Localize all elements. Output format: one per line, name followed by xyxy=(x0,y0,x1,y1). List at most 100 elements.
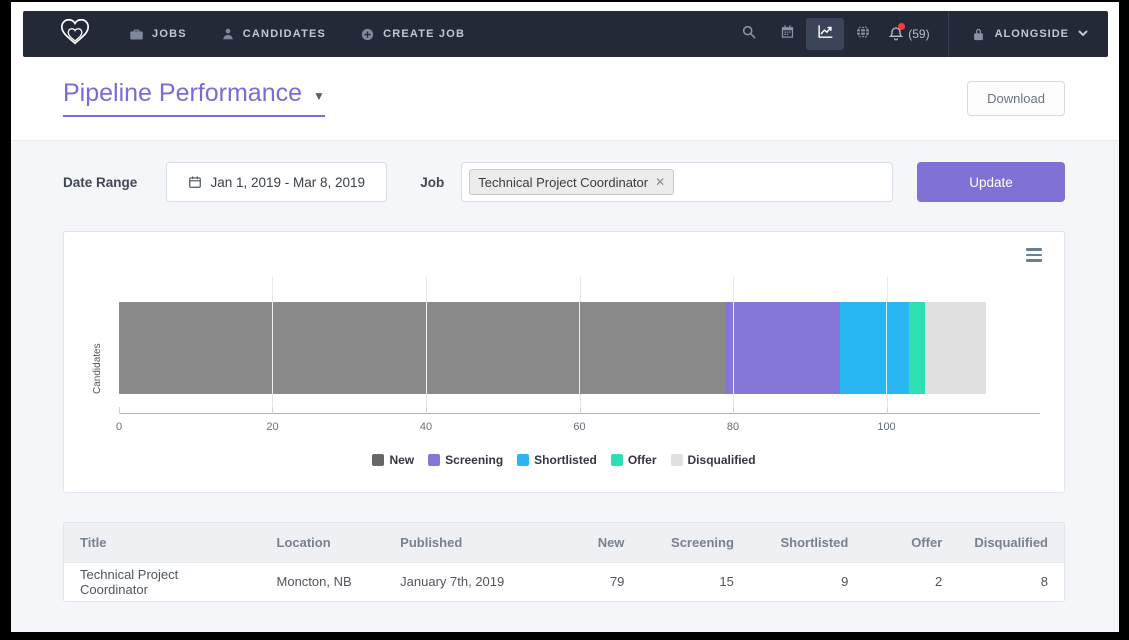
bar-segment-screening[interactable] xyxy=(725,302,840,394)
axis-tick xyxy=(887,407,888,414)
globe-icon xyxy=(855,24,871,45)
results-table-card: TitleLocationPublishedNewScreeningShortl… xyxy=(63,522,1065,602)
cell-location: Moncton, NB xyxy=(261,562,385,601)
legend-swatch xyxy=(517,454,529,466)
bar-gridline xyxy=(886,302,887,394)
nav-item-label: CANDIDATES xyxy=(243,28,326,40)
bar-gridline xyxy=(426,302,427,394)
y-axis-title: Candidates xyxy=(92,302,103,394)
legend-label: New xyxy=(389,453,414,467)
filter-bar: Date Range Jan 1, 2019 - Mar 8, 2019 Job… xyxy=(63,162,1065,202)
column-header-offer: Offer xyxy=(864,523,958,562)
plus-circle-icon xyxy=(360,27,375,42)
account-label: ALONGSIDE xyxy=(995,28,1069,40)
job-select[interactable]: Technical Project Coordinator ✕ xyxy=(461,162,893,202)
notification-count: (59) xyxy=(908,27,929,41)
axis-tick xyxy=(119,407,120,414)
calendar-icon xyxy=(188,175,202,189)
column-header-shortlisted: Shortlisted xyxy=(750,523,864,562)
axis-tick xyxy=(272,407,273,414)
chart-legend: New Screening Shortlisted Offer Disqualified xyxy=(64,453,1064,467)
account-menu[interactable]: ALONGSIDE xyxy=(971,27,1088,42)
bar-segment-disqualified[interactable] xyxy=(925,302,986,394)
plot-area xyxy=(119,277,1040,414)
legend-item-disqualified[interactable]: Disqualified xyxy=(671,453,756,467)
table-header: TitleLocationPublishedNewScreeningShortl… xyxy=(64,523,1064,562)
analytics-button[interactable] xyxy=(806,18,844,50)
cell-screening: 15 xyxy=(640,562,749,601)
legend-swatch xyxy=(611,454,623,466)
cell-new: 79 xyxy=(547,562,641,601)
x-tick-label: 80 xyxy=(727,421,739,433)
person-icon xyxy=(221,27,235,41)
legend-label: Shortlisted xyxy=(534,453,597,467)
cell-title: Technical Project Coordinator xyxy=(64,562,261,601)
bar-segment-new[interactable] xyxy=(119,302,725,394)
legend-label: Disqualified xyxy=(688,453,756,467)
chevron-down-icon xyxy=(1078,28,1088,40)
column-header-location: Location xyxy=(261,523,385,562)
axis-tick xyxy=(426,407,427,414)
globe-button[interactable] xyxy=(844,18,882,50)
legend-label: Screening xyxy=(445,453,503,467)
x-tick-label: 20 xyxy=(266,421,278,433)
date-range-label: Date Range xyxy=(63,175,137,190)
cell-shortlisted: 9 xyxy=(750,562,864,601)
search-button[interactable] xyxy=(730,18,768,50)
bell-icon xyxy=(888,26,904,42)
nav-item-jobs[interactable]: JOBS xyxy=(129,27,187,42)
job-tag-label: Technical Project Coordinator xyxy=(478,175,648,190)
page-header: Pipeline Performance ▼ Download xyxy=(63,76,1065,120)
app-window: JOBS CANDIDATES CREATE JOB xyxy=(11,2,1119,632)
page-title: Pipeline Performance xyxy=(63,79,302,108)
date-range-value: Jan 1, 2019 - Mar 8, 2019 xyxy=(210,175,365,190)
legend-swatch xyxy=(428,454,440,466)
chart-context-menu-button[interactable] xyxy=(1026,248,1042,262)
chart-card: Candidates 020406080100 NewScreeningShor… xyxy=(63,231,1065,493)
nav-item-candidates[interactable]: CANDIDATES xyxy=(221,27,326,41)
column-header-new: New xyxy=(547,523,641,562)
download-button[interactable]: Download xyxy=(967,81,1065,116)
x-tick-label: 0 xyxy=(116,421,122,433)
legend-item-shortlisted[interactable]: Shortlisted xyxy=(517,453,597,467)
hearts-logo-icon xyxy=(59,17,91,52)
legend-item-offer[interactable]: Offer xyxy=(611,453,657,467)
stacked-bar xyxy=(119,302,986,394)
primary-nav: JOBS CANDIDATES CREATE JOB xyxy=(129,27,465,42)
update-button[interactable]: Update xyxy=(917,162,1065,202)
calendar-button[interactable] xyxy=(768,18,806,50)
briefcase-icon xyxy=(129,27,144,42)
column-header-screening: Screening xyxy=(640,523,749,562)
bar-segment-offer[interactable] xyxy=(909,302,924,394)
report-selector[interactable]: Pipeline Performance ▼ xyxy=(63,79,325,117)
cell-offer: 2 xyxy=(864,562,958,601)
navbar-right: (59) ALONGSIDE xyxy=(730,11,1088,57)
calendar-icon xyxy=(780,24,795,44)
table-body: Technical Project CoordinatorMoncton, NB… xyxy=(64,562,1064,601)
column-header-title: Title xyxy=(64,523,261,562)
search-icon xyxy=(741,24,757,45)
cell-disqualified: 8 xyxy=(958,562,1064,601)
brand-logo[interactable] xyxy=(59,17,91,52)
legend-swatch xyxy=(671,454,683,466)
caret-down-icon: ▼ xyxy=(313,89,325,103)
content-area: Date Range Jan 1, 2019 - Mar 8, 2019 Job… xyxy=(11,140,1119,632)
bar-segment-shortlisted[interactable] xyxy=(840,302,909,394)
job-label: Job xyxy=(420,175,444,190)
column-header-published: Published xyxy=(384,523,547,562)
notifications: (59) xyxy=(888,26,929,42)
notifications-button[interactable]: (59) xyxy=(888,18,929,50)
date-range-input[interactable]: Jan 1, 2019 - Mar 8, 2019 xyxy=(166,162,387,202)
legend-item-screening[interactable]: Screening xyxy=(428,453,503,467)
bar-gridline xyxy=(579,302,580,394)
table-row[interactable]: Technical Project CoordinatorMoncton, NB… xyxy=(64,562,1064,601)
remove-tag-icon[interactable]: ✕ xyxy=(655,176,665,188)
legend-item-new[interactable]: New xyxy=(372,453,414,467)
results-table: TitleLocationPublishedNewScreeningShortl… xyxy=(64,523,1064,601)
account-icon xyxy=(971,27,986,42)
axis-tick xyxy=(580,407,581,414)
nav-item-create-job[interactable]: CREATE JOB xyxy=(360,27,465,42)
navbar-divider xyxy=(948,11,949,57)
legend-swatch xyxy=(372,454,384,466)
x-tick-label: 100 xyxy=(877,421,895,433)
